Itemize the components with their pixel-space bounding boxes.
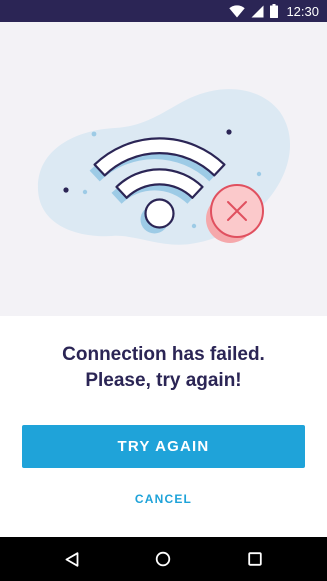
decor-dot (256, 171, 262, 177)
decor-dot (226, 129, 232, 135)
cancel-button[interactable]: CANCEL (113, 486, 214, 512)
status-bar: 12:30 (0, 0, 327, 22)
decor-dot (91, 131, 97, 137)
back-button[interactable] (60, 547, 84, 571)
decor-dot (63, 187, 69, 193)
error-message-line-2: Please, try again! (85, 370, 242, 391)
cellular-signal-icon (251, 5, 264, 17)
try-again-button[interactable]: TRY AGAIN (22, 425, 305, 468)
recents-button[interactable] (243, 547, 267, 571)
home-button[interactable] (151, 547, 175, 571)
home-icon (155, 551, 171, 567)
wifi-connection-failed-illustration (37, 89, 291, 245)
error-message: Connection has failed. Please, try again… (0, 342, 327, 394)
status-icons: 12:30 (229, 0, 319, 22)
message-panel: Connection has failed. Please, try again… (0, 316, 327, 537)
recents-icon (248, 552, 262, 566)
wifi-icon (229, 4, 246, 17)
error-message-line-1: Connection has failed. (62, 344, 265, 365)
back-icon (65, 551, 79, 567)
battery-icon (270, 4, 279, 18)
illustration-area (0, 22, 327, 316)
decor-dot (82, 189, 88, 195)
status-time: 12:30 (286, 3, 319, 19)
navigation-bar (0, 537, 327, 581)
decor-dot (191, 223, 197, 229)
